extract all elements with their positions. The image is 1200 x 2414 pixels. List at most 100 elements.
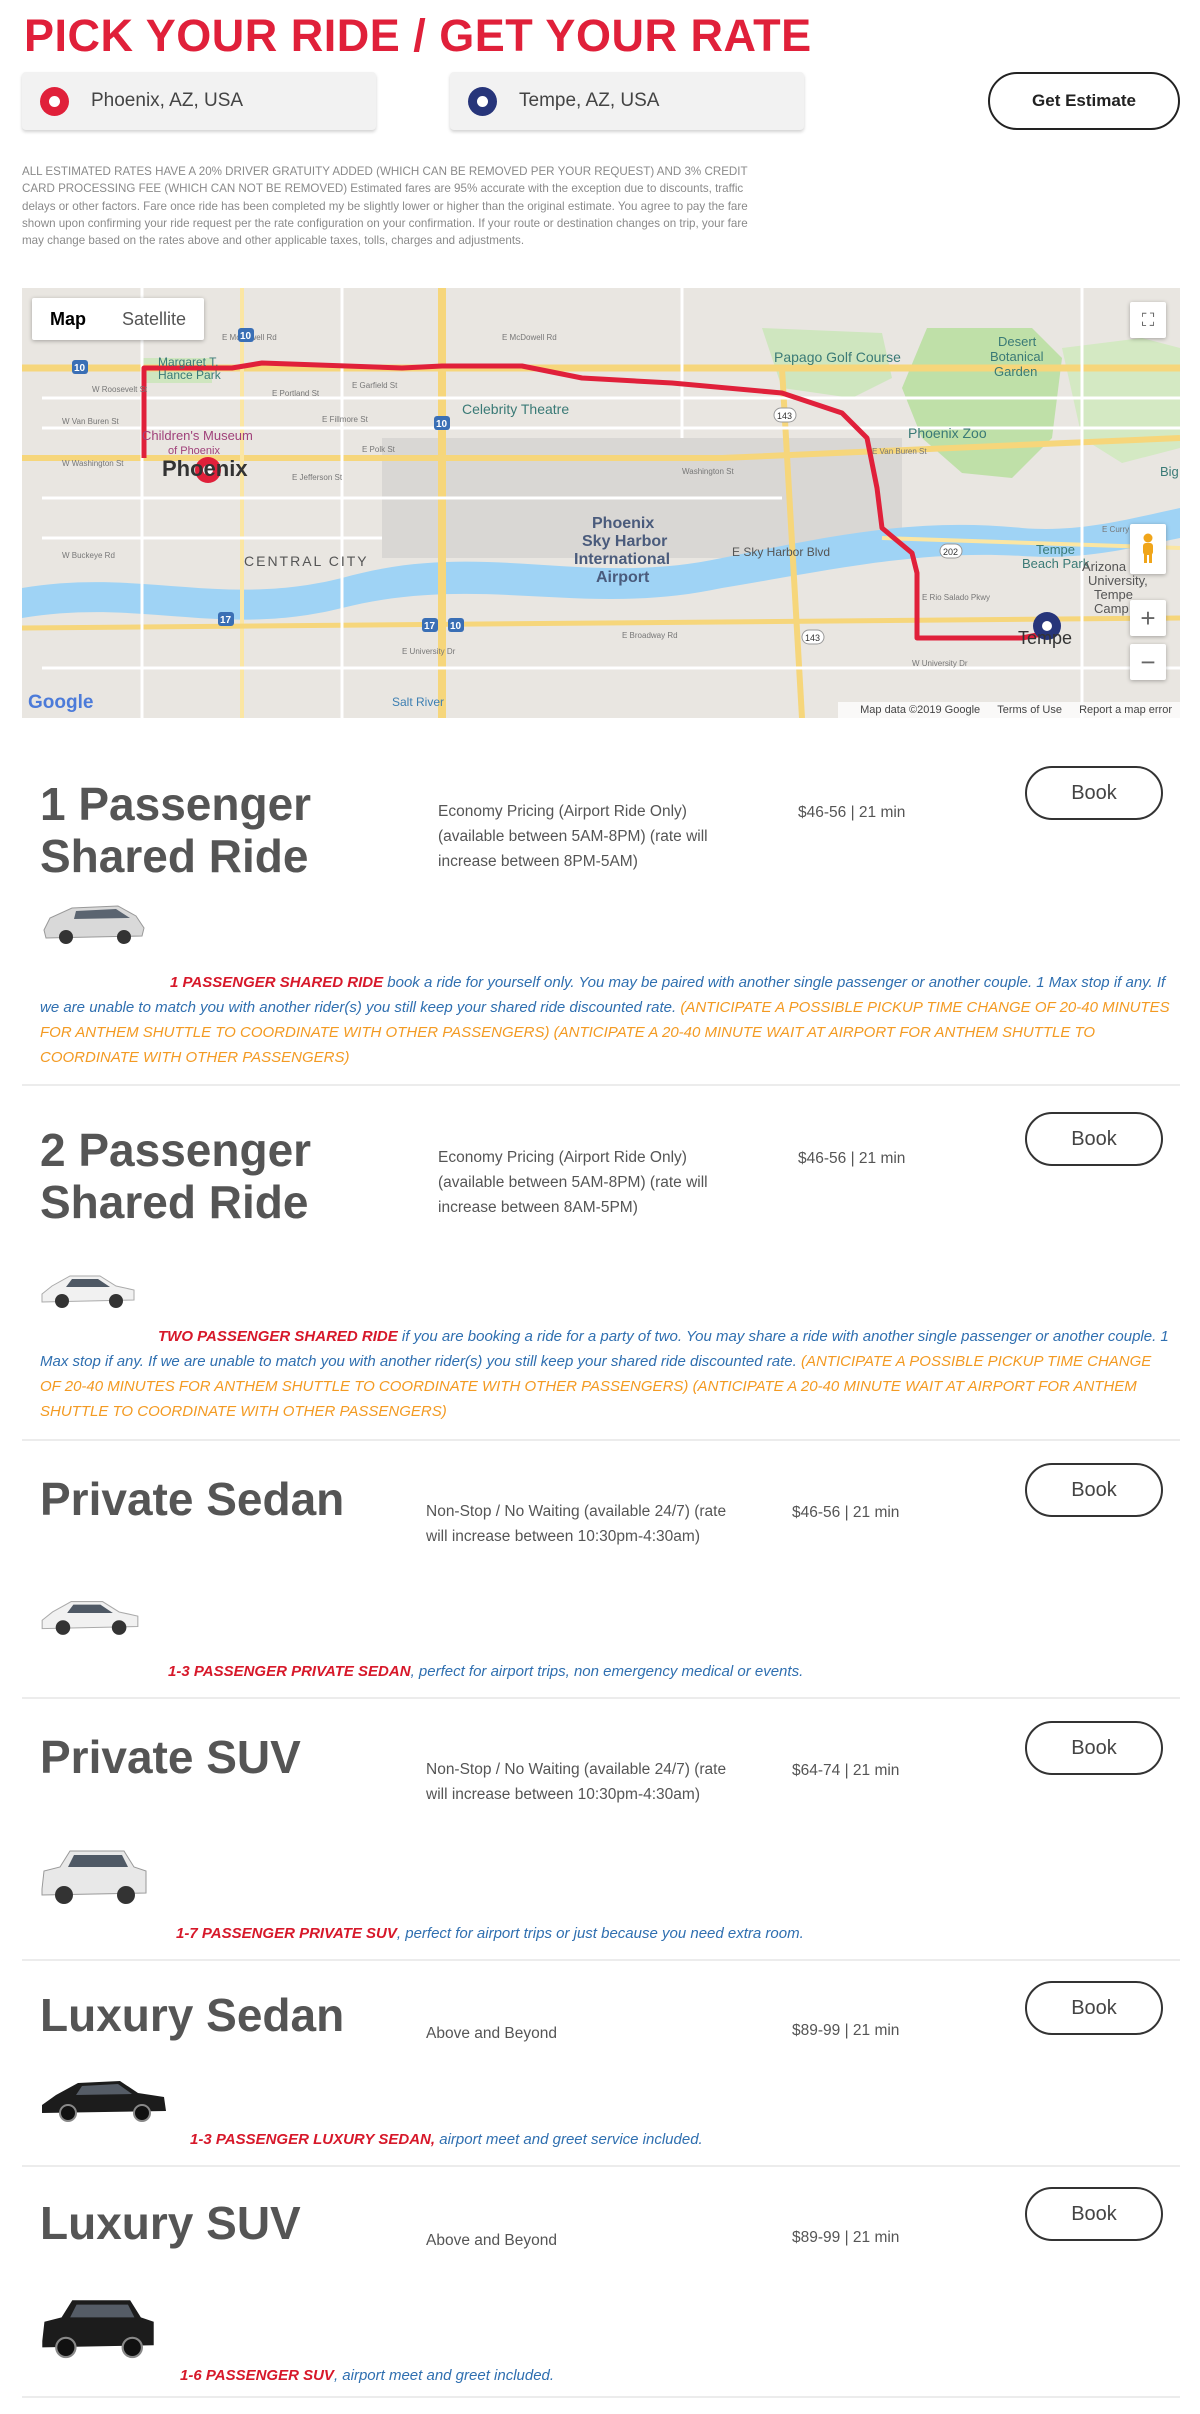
map-label-airport-3: International — [574, 551, 670, 568]
ride-description: Non-Stop / No Waiting (available 24/7) (… — [426, 1761, 727, 1803]
map-label-roosevelt: W Roosevelt St — [92, 385, 148, 394]
ride-option-private-suv: Private SUV Non-Stop / No Waiting (avail… — [22, 1699, 1180, 1961]
dropoff-location-text: Tempe, AZ, USA — [519, 90, 660, 111]
map-shield-i10-top: 10 — [240, 331, 252, 342]
ride-title: Private SUV — [40, 1731, 301, 1783]
map-label-childrens-1: Children's Museum — [142, 428, 253, 443]
ride-price: $64-74 | 21 min — [792, 1762, 900, 1779]
map-label-washington-1: Washington St — [682, 467, 735, 476]
street-view-pegman-icon[interactable] — [1130, 524, 1166, 574]
map-label-jefferson: E Jefferson St — [292, 473, 343, 482]
map-shield-i17-b: 17 — [220, 615, 232, 626]
map-label-airport-2: Sky Harbor — [582, 533, 667, 550]
map-label-portland: E Portland St — [272, 389, 320, 398]
ride-note: 1-3 PASSENGER PRIVATE SEDAN, perfect for… — [168, 1663, 804, 1680]
book-button[interactable]: Book — [1025, 2187, 1163, 2241]
ride-description: Economy Pricing (Airport Ride Only) (ava… — [438, 803, 708, 870]
ride-description: Above and Beyond — [426, 2232, 557, 2249]
map-shield-i17-a: 17 — [424, 621, 436, 632]
map-label-desert-1: Desert — [998, 334, 1037, 349]
map-label-tempe-beach-1: Tempe — [1036, 542, 1075, 557]
dropoff-location-field[interactable]: Tempe, AZ, USA — [450, 72, 804, 130]
map-label-salt-river: Salt River — [392, 695, 444, 709]
ride-title: Private Sedan — [40, 1473, 345, 1525]
map-label-fillmore: E Fillmore St — [322, 415, 369, 424]
map-label-asu-4: Camp — [1094, 601, 1129, 616]
ride-option-private-sedan: Private Sedan Non-Stop / No Waiting (ava… — [22, 1441, 1180, 1699]
google-logo: Google — [28, 692, 94, 713]
map-label-papago: Papago Golf Course — [774, 349, 901, 365]
map-shield-i10-a: 10 — [74, 363, 86, 374]
map-label-desert-3: Garden — [994, 364, 1037, 379]
map-label-washington-2: W Washington St — [62, 459, 124, 468]
map-label-asu-3: Tempe — [1094, 587, 1133, 602]
map-label-desert-2: Botanical — [990, 349, 1044, 364]
map-label-buckeye: W Buckeye Rd — [62, 551, 115, 560]
map-label-broadway: E Broadway Rd — [622, 631, 678, 640]
ride-note: TWO PASSENGER SHARED RIDE if you are boo… — [40, 1328, 1169, 1420]
map-type-satellite-button[interactable]: Satellite — [104, 298, 204, 340]
map-label-tempe-beach-2: Beach Park — [1022, 556, 1090, 571]
ride-note: 1 PASSENGER SHARED RIDE book a ride for … — [40, 974, 1170, 1066]
ride-title: 1 Passenger Shared Ride — [40, 778, 312, 882]
map-label-central-city: CENTRAL CITY — [244, 553, 369, 569]
ride-note: 1-6 PASSENGER SUV, airport meet and gree… — [180, 2367, 555, 2384]
zoom-out-icon[interactable]: − — [1130, 644, 1166, 680]
map-type-map-button[interactable]: Map — [32, 298, 104, 340]
zoom-in-icon[interactable]: + — [1130, 600, 1166, 636]
map-label-van-buren-2: W Van Buren St — [62, 417, 120, 426]
ride-title: Luxury Sedan — [40, 1989, 345, 2041]
pickup-location-field[interactable]: Phoenix, AZ, USA — [22, 72, 376, 130]
book-button[interactable]: Book — [1025, 1981, 1163, 2035]
map-label-sky-harbor-blvd: E Sky Harbor Blvd — [732, 545, 830, 559]
map-type-control: Map Satellite — [32, 298, 205, 340]
map-label-airport-1: Phoenix — [592, 515, 654, 532]
ride-option-1-passenger-shared: 1 Passenger Shared Ride Economy Pricing (… — [22, 740, 1180, 1086]
map-terms-link[interactable]: Terms of Use — [997, 704, 1062, 716]
map-label-childrens-2: of Phoenix — [168, 445, 220, 457]
ride-price: $89-99 | 21 min — [792, 2022, 900, 2039]
map-label-university-1: E University Dr — [402, 647, 456, 656]
ride-option-luxury-suv: Luxury SUV Above and Beyond $89-99 | 21 … — [22, 2167, 1180, 2398]
ride-option-2-passenger-shared: 2 Passenger Shared Ride Economy Pricing (… — [22, 1086, 1180, 1441]
map-label-van-buren-1: E Van Buren St — [872, 447, 927, 456]
map-shield-sr202: 202 — [943, 547, 958, 557]
map-attribution: Map data ©2019 Google — [860, 704, 981, 716]
map-label-university-2: W University Dr — [912, 659, 968, 668]
map-label-mcdowell-2: E McDowell Rd — [502, 333, 557, 342]
ride-price: $89-99 | 21 min — [792, 2229, 900, 2246]
page-title: PICK YOUR RIDE / GET YOUR RATE — [24, 10, 812, 61]
map-shield-sr143-a: 143 — [777, 411, 792, 421]
ride-note: 1-3 PASSENGER LUXURY SEDAN, airport meet… — [190, 2131, 703, 2148]
map-report-link[interactable]: Report a map error — [1079, 704, 1172, 716]
map-shield-i10-c: 10 — [450, 621, 462, 632]
ride-description: Above and Beyond — [426, 2025, 557, 2042]
map-label-polk: E Polk St — [362, 445, 396, 454]
route-map[interactable]: Phoenix Tempe CENTRAL CITY Phoenix Sky H… — [22, 288, 1180, 718]
map-label-airport-4: Airport — [596, 569, 650, 586]
minivan-icon — [43, 905, 145, 944]
map-shield-sr143-b: 143 — [805, 633, 820, 643]
ride-price: $46-56 | 21 min — [792, 1504, 900, 1521]
pickup-pin-icon — [40, 86, 69, 116]
ride-price: $46-56 | 21 min — [798, 1150, 906, 1167]
book-button[interactable]: Book — [1025, 1721, 1163, 1775]
map-label-margaret-2: Hance Park — [158, 368, 222, 382]
map-shield-i10-b: 10 — [436, 419, 448, 430]
book-button[interactable]: Book — [1025, 1463, 1163, 1517]
ride-title: Luxury SUV — [40, 2197, 301, 2249]
ride-note: 1-7 PASSENGER PRIVATE SUV, perfect for a… — [176, 1925, 804, 1942]
dropoff-pin-icon — [468, 86, 497, 116]
map-attribution-bar: Map data ©2019 Google Terms of Use Repor… — [838, 702, 1180, 718]
map-label-zoo: Phoenix Zoo — [908, 425, 987, 441]
ride-price: $46-56 | 21 min — [798, 804, 906, 821]
book-button[interactable]: Book — [1025, 1112, 1163, 1166]
map-canvas: Phoenix Tempe CENTRAL CITY Phoenix Sky H… — [22, 288, 1180, 718]
get-estimate-button[interactable]: Get Estimate — [988, 72, 1180, 130]
fullscreen-icon[interactable]: ⛶ — [1130, 302, 1166, 338]
ride-option-luxury-sedan: Luxury Sedan Above and Beyond $89-99 | 2… — [22, 1961, 1180, 2167]
suv-icon — [41, 1850, 147, 1904]
map-label-garfield: E Garfield St — [352, 381, 398, 390]
book-button[interactable]: Book — [1025, 766, 1163, 820]
sedan-icon — [41, 1275, 135, 1308]
